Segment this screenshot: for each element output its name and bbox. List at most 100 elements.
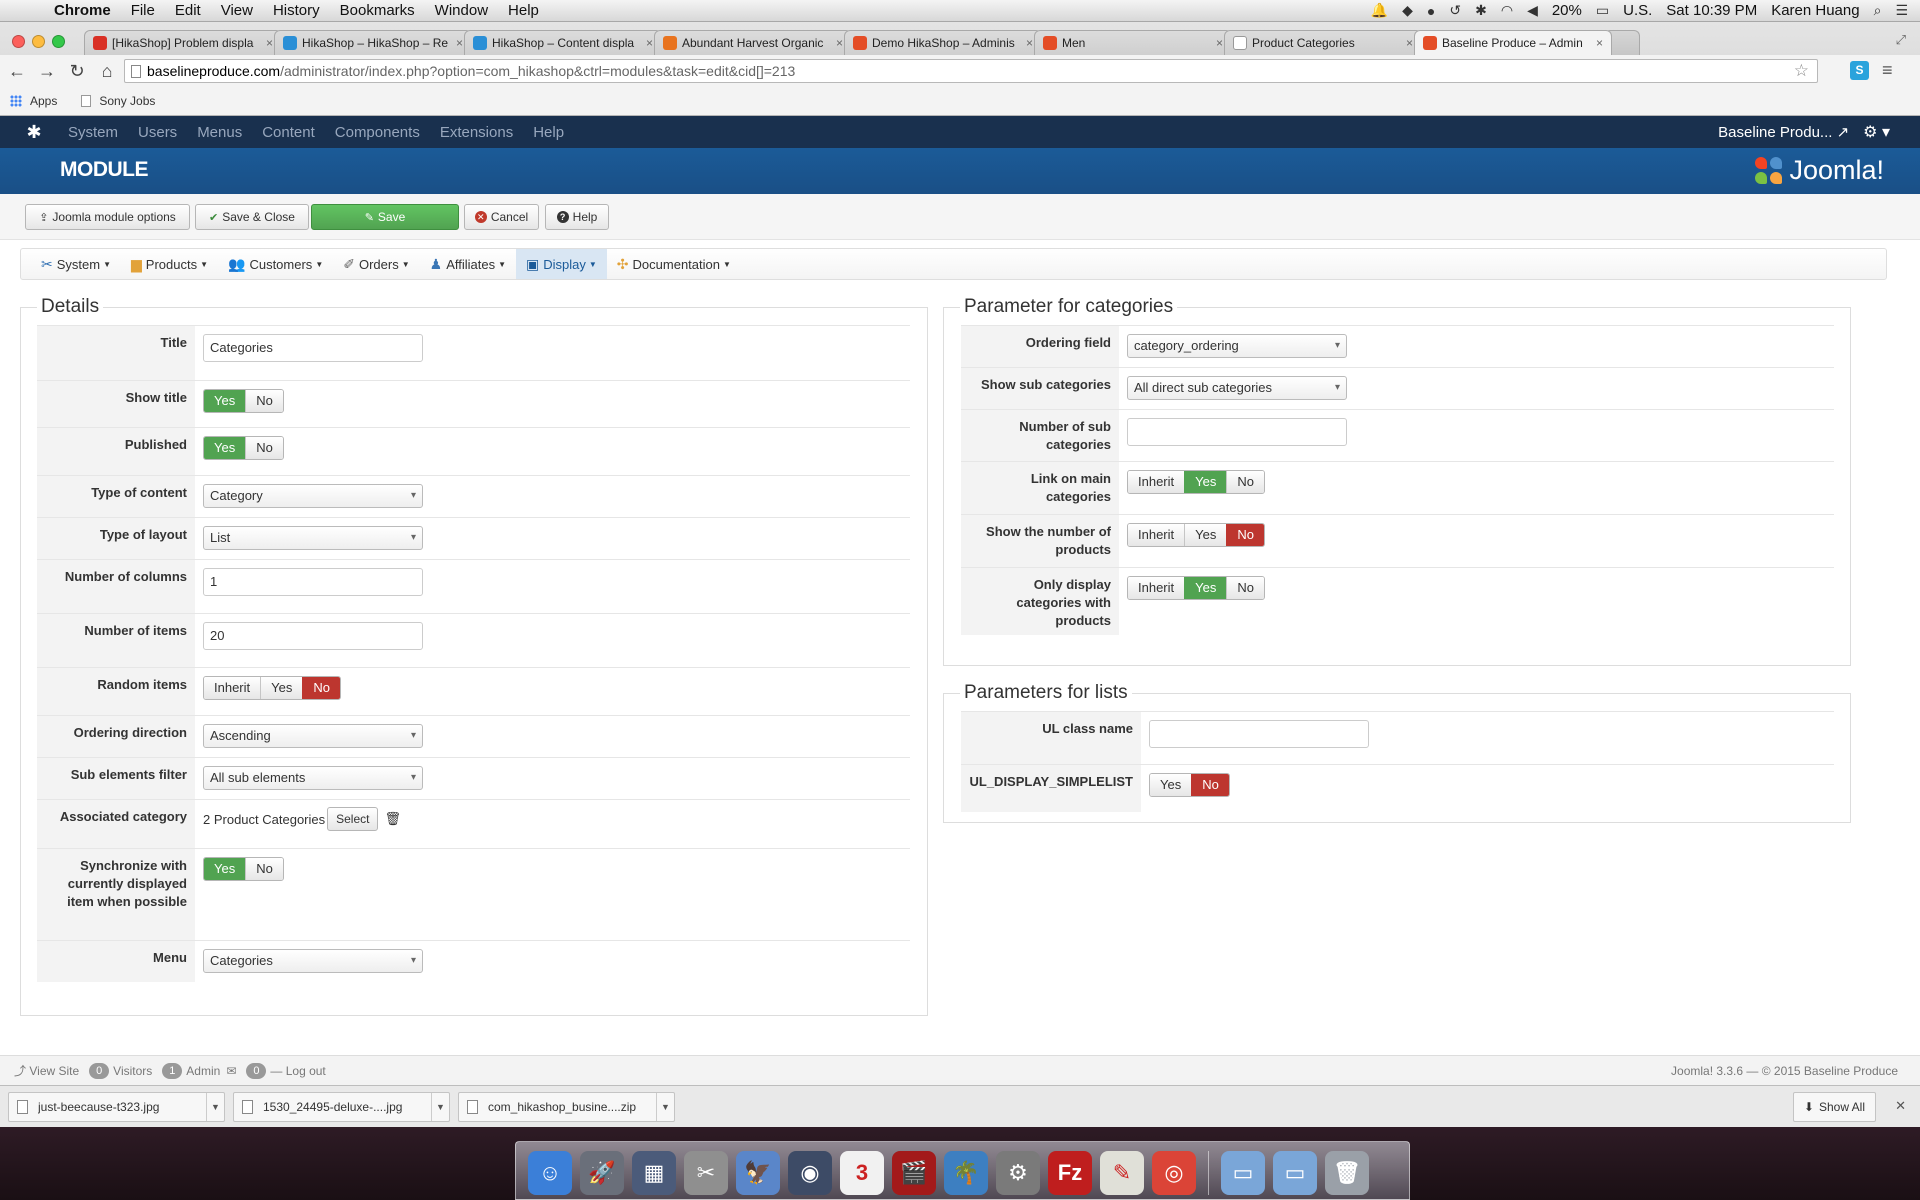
view-site-link[interactable]: View Site: [29, 1064, 79, 1078]
browser-tab[interactable]: [HikaShop] Problem displa ×: [84, 30, 282, 55]
textedit-icon[interactable]: ✎: [1100, 1151, 1144, 1195]
nav-help[interactable]: Help: [523, 124, 574, 141]
number-of-sub-categories-input[interactable]: [1127, 418, 1347, 446]
cancel-button[interactable]: ✕ Cancel: [464, 204, 539, 230]
battery-percent[interactable]: 20%: [1552, 2, 1582, 19]
trash-icon[interactable]: 🗑: [1325, 1151, 1369, 1195]
joomla-logo-icon[interactable]: ✱: [18, 116, 50, 148]
documents-folder-icon[interactable]: ▭: [1221, 1151, 1265, 1195]
ordering-field-select[interactable]: category_ordering: [1127, 334, 1347, 358]
menu-file[interactable]: File: [121, 2, 165, 19]
hika-menu-affiliates[interactable]: ♟ Affiliates ▼: [420, 249, 516, 279]
input-source[interactable]: U.S.: [1623, 2, 1652, 19]
messages-count-badge[interactable]: 0: [246, 1062, 267, 1079]
simplelist-no[interactable]: No: [1191, 774, 1229, 796]
nav-content[interactable]: Content: [252, 124, 325, 141]
reload-button[interactable]: ↻: [64, 61, 90, 82]
save-button[interactable]: ✎ Save: [311, 204, 459, 230]
nav-system[interactable]: System: [58, 124, 128, 141]
download-item[interactable]: 1530_24495-deluxe-....jpg ▼: [233, 1091, 450, 1122]
nav-components[interactable]: Components: [325, 124, 430, 141]
simplelist-yes[interactable]: Yes: [1150, 774, 1192, 796]
dropbox-icon[interactable]: ◆: [1402, 2, 1413, 19]
menu-view[interactable]: View: [211, 2, 263, 19]
menu-bookmarks[interactable]: Bookmarks: [330, 2, 425, 19]
browser-tab[interactable]: Product Categories ×: [1224, 30, 1422, 55]
random-yes[interactable]: Yes: [260, 677, 303, 699]
movie-icon[interactable]: 🎬: [892, 1151, 936, 1195]
volume-icon[interactable]: ◀: [1527, 2, 1538, 19]
download-item[interactable]: com_hikashop_busine....zip ▼: [458, 1091, 675, 1122]
menu-history[interactable]: History: [263, 2, 330, 19]
home-button[interactable]: ⌂: [94, 61, 120, 82]
close-tab-icon[interactable]: ×: [1216, 36, 1223, 50]
close-tab-icon[interactable]: ×: [646, 36, 653, 50]
finder-icon[interactable]: ☺: [528, 1151, 572, 1195]
close-tab-icon[interactable]: ×: [266, 36, 273, 50]
browser-tab[interactable]: Men ×: [1034, 30, 1232, 55]
nav-extensions[interactable]: Extensions: [430, 124, 523, 141]
back-button[interactable]: ←: [4, 61, 30, 82]
logout-link[interactable]: Log out: [286, 1064, 326, 1078]
zoom-window-button[interactable]: [52, 35, 65, 48]
chevron-down-icon[interactable]: ▼: [206, 1092, 224, 1121]
show-number-inherit[interactable]: Inherit: [1128, 524, 1185, 546]
only-display-yes[interactable]: Yes: [1184, 577, 1227, 599]
type-of-layout-select[interactable]: List: [203, 526, 423, 550]
show-number-no[interactable]: No: [1226, 524, 1264, 546]
download-item[interactable]: just-beecause-t323.jpg ▼: [8, 1091, 225, 1122]
bookmark-sony-jobs[interactable]: Sony Jobs: [81, 94, 155, 108]
close-window-button[interactable]: [12, 35, 25, 48]
chrome-icon[interactable]: ◎: [1152, 1151, 1196, 1195]
system-prefs-icon[interactable]: ⚙: [996, 1151, 1040, 1195]
link-main-no[interactable]: No: [1226, 471, 1264, 493]
hika-menu-display[interactable]: ▣ Display ▼: [516, 249, 607, 279]
minimize-window-button[interactable]: [32, 35, 45, 48]
ul-class-name-input[interactable]: [1149, 720, 1369, 748]
number-of-columns-input[interactable]: 1: [203, 568, 423, 596]
hika-menu-customers[interactable]: 👥 Customers ▼: [218, 249, 333, 279]
link-main-yes[interactable]: Yes: [1184, 471, 1227, 493]
browser-tab[interactable]: Demo HikaShop – Adminis ×: [844, 30, 1042, 55]
ordering-direction-select[interactable]: Ascending: [203, 724, 423, 748]
hika-menu-documentation[interactable]: ✣ Documentation ▼: [607, 249, 741, 279]
show-all-downloads-button[interactable]: ⬇ Show All: [1792, 1092, 1876, 1122]
time-machine-icon[interactable]: ↺: [1449, 2, 1461, 19]
nav-menus[interactable]: Menus: [187, 124, 252, 141]
mission-control-icon[interactable]: ▦: [632, 1151, 676, 1195]
menu-select[interactable]: Categories: [203, 949, 423, 973]
settings-gear-icon[interactable]: ⚙ ▾: [1863, 122, 1920, 142]
synchronize-no[interactable]: No: [245, 858, 283, 880]
chevron-down-icon[interactable]: ▼: [656, 1092, 674, 1121]
published-yes[interactable]: Yes: [204, 437, 246, 459]
spotlight-icon[interactable]: ⌕: [1874, 2, 1882, 19]
notification-icon[interactable]: 🔔: [1371, 2, 1388, 19]
help-button[interactable]: ? Help: [545, 204, 609, 230]
joomla-module-options-button[interactable]: ⇪ Joomla module options: [25, 204, 190, 230]
close-tab-icon[interactable]: ×: [456, 36, 463, 50]
random-no[interactable]: No: [302, 677, 340, 699]
select-category-button[interactable]: Select: [327, 807, 379, 831]
show-title-yes[interactable]: Yes: [204, 390, 246, 412]
wifi-icon[interactable]: ◠: [1501, 2, 1513, 19]
close-tab-icon[interactable]: ×: [1406, 36, 1413, 50]
close-downloads-icon[interactable]: ✕: [1895, 1098, 1906, 1114]
bookmark-apps[interactable]: Apps: [10, 94, 57, 108]
close-tab-icon[interactable]: ×: [1596, 36, 1603, 50]
user-name[interactable]: Karen Huang: [1771, 2, 1859, 19]
forward-button[interactable]: →: [34, 61, 60, 82]
hika-menu-products[interactable]: ▆ Products ▼: [121, 249, 218, 279]
launchpad-icon[interactable]: 🚀: [580, 1151, 624, 1195]
sub-elements-filter-select[interactable]: All sub elements: [203, 766, 423, 790]
nav-users[interactable]: Users: [128, 124, 187, 141]
filezilla-icon[interactable]: Fz: [1048, 1151, 1092, 1195]
only-display-no[interactable]: No: [1226, 577, 1264, 599]
only-display-inherit[interactable]: Inherit: [1128, 577, 1185, 599]
published-no[interactable]: No: [245, 437, 283, 459]
calendar-icon[interactable]: 3: [840, 1151, 884, 1195]
iphoto-icon[interactable]: 🌴: [944, 1151, 988, 1195]
screenshot-icon[interactable]: ◉: [788, 1151, 832, 1195]
number-of-items-input[interactable]: 20: [203, 622, 423, 650]
title-input[interactable]: Categories: [203, 334, 423, 362]
type-of-content-select[interactable]: Category: [203, 484, 423, 508]
